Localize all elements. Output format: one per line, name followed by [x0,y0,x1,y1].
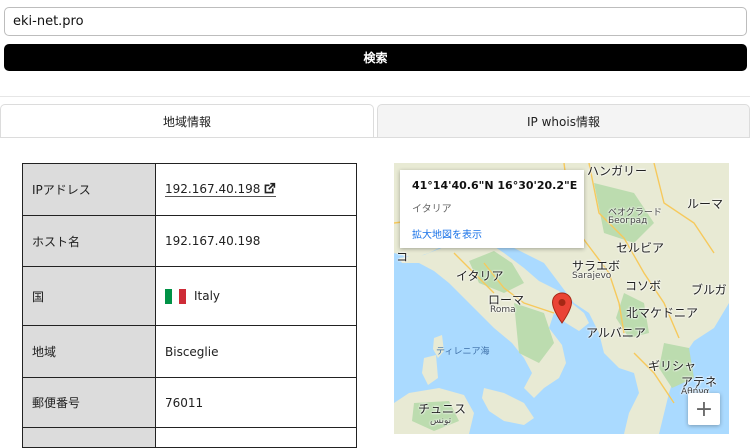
map-country-label: イタリア [412,204,452,215]
country-name: Italy [194,288,221,303]
value-country: Italy [155,266,357,326]
italy-flag-icon [165,288,186,304]
map-label-rome: Roma [490,305,516,315]
tab-area-info[interactable]: 地域情報 [0,104,374,138]
table-row [22,427,357,448]
map-label-albania: アルバニア [586,326,646,340]
table-row: ホスト名 192.167.40.198 [22,215,357,267]
map-label-italy: イタリア [456,269,504,283]
map-coordinates: 41°14'40.6"N 16°30'20.2"E [412,179,578,192]
value-ip-address: 192.167.40.198 [155,163,357,216]
view-larger-map-link[interactable]: 拡大地図を表示 [412,226,572,241]
map-label-hungary: ハンガリー [587,164,648,178]
header-region: 地域 [22,325,156,378]
table-row: 国 Italy [22,266,357,326]
map-label-tyrrhenian-sea: ティレニア海 [436,347,490,357]
divider [0,96,750,97]
header-country: 国 [22,266,156,326]
map-label-rumania: ルーマ [687,197,724,211]
map-label-tunis: チュニス [418,402,467,416]
tab-ip-whois-label: IP whois情報 [527,115,600,129]
ip-address-link[interactable]: 192.167.40.198 [165,182,277,198]
map-label-kosovo: コソボ [625,279,662,293]
search-input[interactable] [4,7,747,36]
ip-address-text: 192.167.40.198 [165,182,261,196]
external-link-icon [263,182,276,198]
table-row: IPアドレス 192.167.40.198 [22,163,357,216]
map-label-edge: コ [396,250,409,264]
map-label-bulgaria: ブルガ [691,283,727,297]
value-postal-code: 76011 [155,377,357,428]
search-button[interactable]: 検索 [4,44,747,71]
map-label-greece: ギリシャ [648,359,697,373]
zoom-in-button[interactable]: + [688,393,720,425]
map-label-serbia: セルビア [616,241,665,255]
header-host-name: ホスト名 [22,215,156,267]
value-region: Bisceglie [155,325,357,378]
map-label-sarajevo: Sarajevo [572,271,612,281]
info-table: IPアドレス 192.167.40.198 ホスト名 192.167.40.19… [22,163,357,448]
map-label-north-macedonia: 北マケドニア [626,306,699,320]
map-pin-icon[interactable] [551,292,573,328]
header-ip-address: IPアドレス [22,163,156,216]
table-row: 地域 Bisceglie [22,325,357,378]
map-label-beograd-latin: Београд [608,216,648,226]
map-label-tunis-arabic: تونس [430,416,452,426]
table-row: 郵便番号 76011 [22,377,357,428]
tab-underline [0,137,750,138]
header-cut-off [22,427,156,448]
tab-ip-whois[interactable]: IP whois情報 [377,104,750,138]
value-cut-off [155,427,357,448]
header-postal-code: 郵便番号 [22,377,156,428]
value-host-name: 192.167.40.198 [155,215,357,267]
tab-area-info-label: 地域情報 [162,115,211,129]
map-info-card: 41°14'40.6"N 16°30'20.2"E イタリア 拡大地図を表示 [400,170,584,248]
